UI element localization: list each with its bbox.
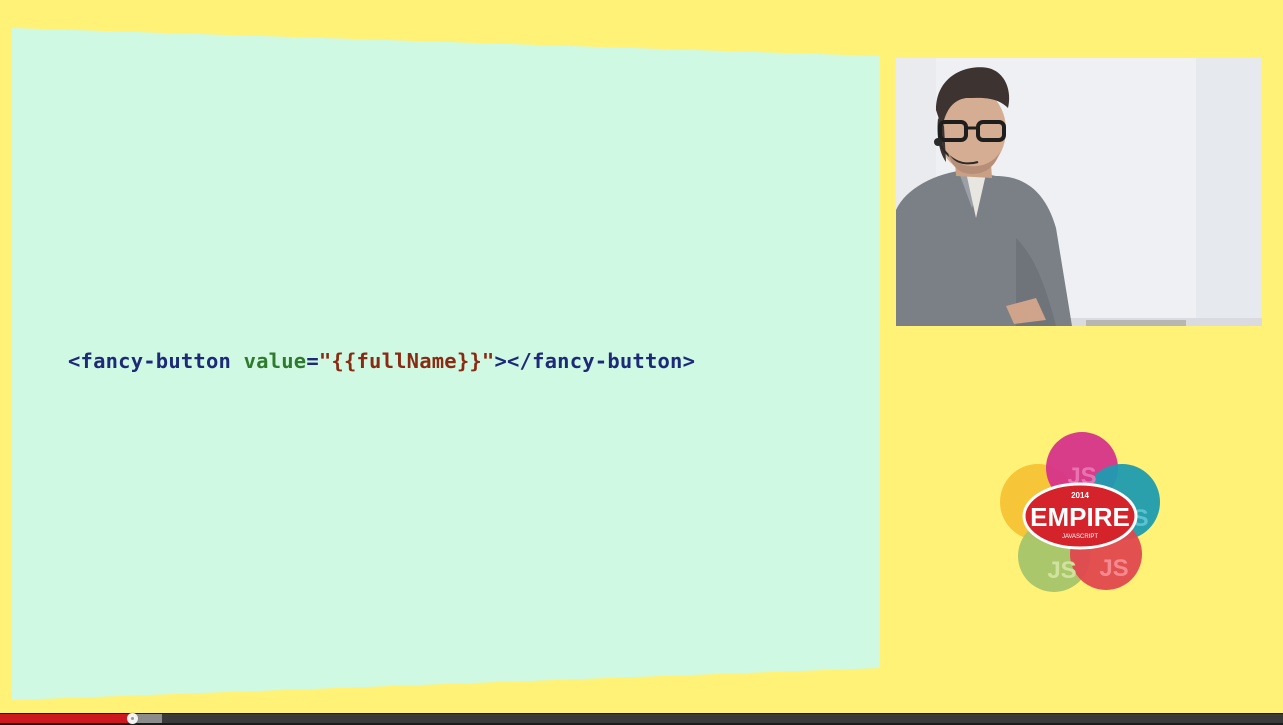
speaker-camera-icon (896, 58, 1262, 326)
empirejs-logo: JS JS JS JS 2014 EMPIRE JAVASCRIPT (998, 430, 1164, 598)
logo-petal-label-bottom-left: JS (1047, 557, 1076, 584)
logo-wordmark: EMPIRE (1030, 502, 1130, 532)
progress-played (0, 714, 134, 723)
code-open-tag: <fancy-button (68, 349, 244, 373)
empirejs-logo-graphic: JS JS JS JS 2014 EMPIRE JAVASCRIPT (1000, 432, 1160, 592)
speaker-camera-feed (896, 58, 1262, 326)
code-equals: = (306, 349, 319, 373)
progress-bar[interactable] (0, 713, 1283, 724)
logo-subtitle: JAVASCRIPT (1062, 534, 1098, 540)
code-snippet: <fancy-button value="{{fullName}}"></fan… (68, 349, 695, 373)
logo-petal-label-bottom-right: JS (1099, 555, 1128, 582)
code-attr-value: "{{fullName}}" (318, 349, 495, 373)
code-close-tag: ></fancy-button> (494, 349, 696, 373)
video-frame[interactable]: <fancy-button value="{{fullName}}"></fan… (0, 0, 1283, 713)
logo-year: 2014 (1071, 491, 1089, 500)
code-attr-name: value (243, 349, 307, 373)
player-controls (0, 713, 1283, 725)
